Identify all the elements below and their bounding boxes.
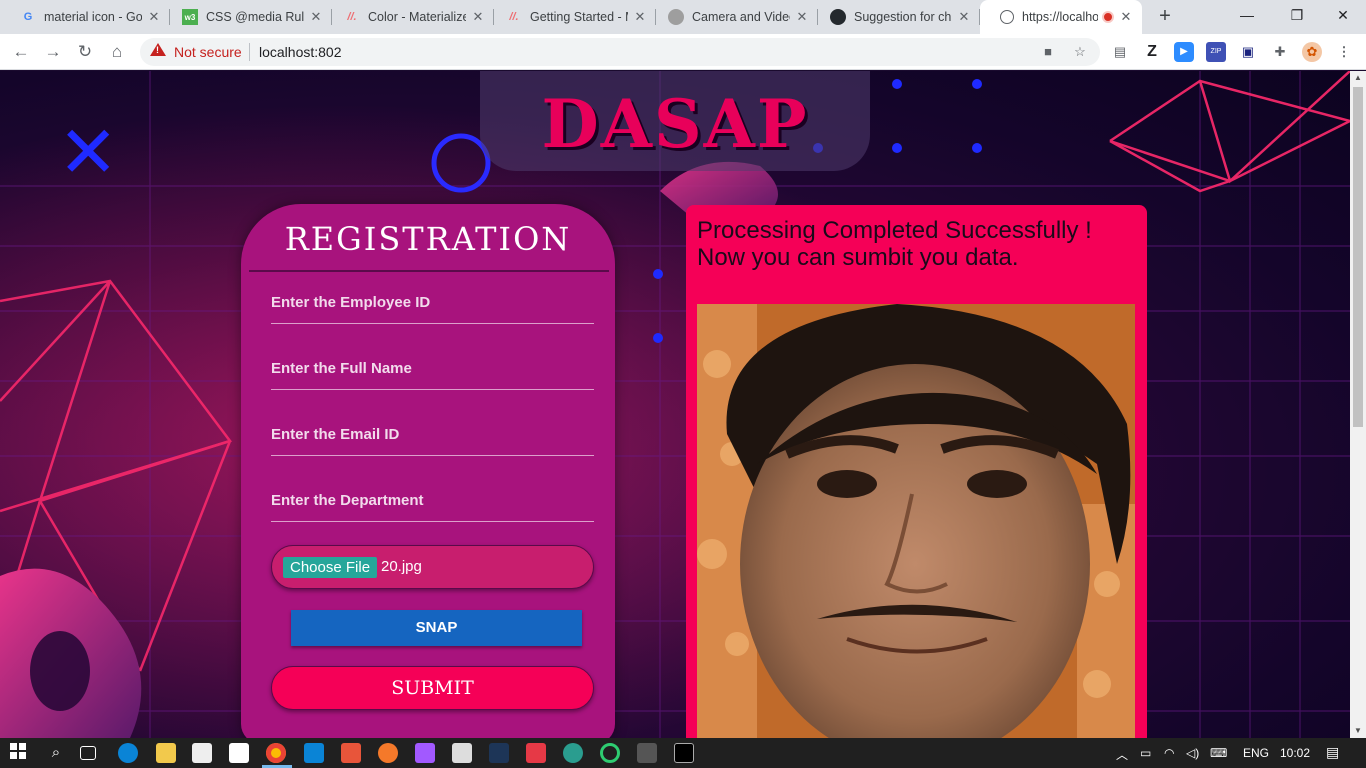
back-icon[interactable]: ← bbox=[9, 40, 33, 64]
choose-file-button[interactable]: Choose File bbox=[283, 557, 378, 578]
close-window-button[interactable]: ✕ bbox=[1320, 0, 1366, 32]
tray-chevron-icon[interactable]: ︿ bbox=[1116, 746, 1128, 763]
language-indicator[interactable]: ENG bbox=[1243, 746, 1269, 760]
status-message-line: Processing Completed Successfully ! bbox=[697, 217, 1092, 244]
close-tab-icon[interactable]: ✕ bbox=[632, 9, 648, 25]
full-name-input[interactable] bbox=[271, 348, 594, 390]
cmd-icon[interactable] bbox=[674, 743, 694, 763]
recording-icon bbox=[1102, 11, 1114, 23]
url-text[interactable]: localhost:802 bbox=[259, 44, 342, 60]
globe-icon bbox=[1000, 10, 1014, 24]
department-input[interactable] bbox=[271, 480, 594, 522]
task-view-icon[interactable] bbox=[80, 746, 96, 760]
app-icon[interactable] bbox=[563, 743, 583, 763]
keyboard-icon[interactable]: ⌨ bbox=[1210, 746, 1227, 760]
restore-button[interactable]: ❐ bbox=[1274, 0, 1320, 32]
close-tab-icon[interactable]: ✕ bbox=[1118, 9, 1134, 25]
reload-icon[interactable]: ↻ bbox=[73, 40, 97, 64]
menu-icon[interactable]: ⋮ bbox=[1334, 42, 1354, 62]
anydesk-icon[interactable] bbox=[526, 743, 546, 763]
employee-id-input[interactable] bbox=[271, 282, 594, 324]
snap-button[interactable]: SNAP bbox=[291, 610, 582, 646]
close-tab-icon[interactable]: ✕ bbox=[794, 9, 810, 25]
close-tab-icon[interactable]: ✕ bbox=[956, 9, 972, 25]
result-panel: Processing Completed Successfully ! Now … bbox=[686, 205, 1147, 738]
camera-icon[interactable]: ■ bbox=[1038, 42, 1058, 62]
new-tab-button[interactable]: + bbox=[1154, 5, 1176, 27]
materialize-icon: //. bbox=[509, 11, 519, 23]
close-tab-icon[interactable]: ✕ bbox=[470, 9, 486, 25]
email-input[interactable] bbox=[271, 414, 594, 456]
warning-icon[interactable] bbox=[150, 43, 166, 56]
notifications-icon[interactable]: ▤ bbox=[1326, 744, 1339, 761]
terminal-icon[interactable] bbox=[637, 743, 657, 763]
page-viewport: ✕ DASAP REGISTRATION Choose File 20.jpg … bbox=[0, 71, 1350, 738]
browser-tab[interactable]: G material icon - Go ✕ bbox=[0, 0, 170, 34]
wifi-icon[interactable]: ◠ bbox=[1164, 746, 1174, 760]
file-upload-field[interactable]: Choose File 20.jpg bbox=[271, 545, 594, 589]
zoom-extension-icon[interactable]: ▶ bbox=[1174, 42, 1194, 62]
screen-extension-icon[interactable]: ▣ bbox=[1238, 42, 1258, 62]
chrome-icon[interactable] bbox=[266, 743, 286, 763]
browser-tab[interactable]: Camera and Video ✕ bbox=[648, 0, 818, 34]
xampp-icon[interactable] bbox=[341, 743, 361, 763]
edge-icon[interactable] bbox=[118, 743, 138, 763]
home-icon[interactable]: ⌂ bbox=[105, 40, 129, 64]
browser-tab-bar: G material icon - Go ✕ w3 CSS @media Rul… bbox=[0, 0, 1366, 34]
github-icon bbox=[830, 9, 846, 25]
windows-taskbar: ⌕ ︿ ▭ ◠ ◁) ⌨ ENG 10:02 ▤ bbox=[0, 738, 1366, 768]
w3schools-icon: w3 bbox=[182, 9, 198, 25]
figma-icon[interactable] bbox=[415, 743, 435, 763]
materialize-icon: //. bbox=[347, 11, 357, 23]
volume-icon[interactable]: ◁) bbox=[1186, 746, 1199, 760]
submit-button[interactable]: SUBMIT bbox=[271, 666, 594, 710]
divider bbox=[249, 270, 609, 272]
browser-tab[interactable]: //. Color - Materialize ✕ bbox=[324, 0, 494, 34]
file-name: 20.jpg bbox=[381, 558, 422, 575]
google-icon: G bbox=[23, 11, 33, 23]
registration-form: REGISTRATION Choose File 20.jpg SNAP SUB… bbox=[241, 204, 615, 738]
minimize-button[interactable]: — bbox=[1224, 0, 1270, 32]
browser-tab[interactable]: w3 CSS @media Rule ✕ bbox=[162, 0, 332, 34]
site-icon bbox=[668, 9, 684, 25]
extensions-icon[interactable]: ✚ bbox=[1270, 42, 1290, 62]
captured-photo bbox=[697, 304, 1135, 738]
browser-tab[interactable]: Suggestion for ch ✕ bbox=[810, 0, 980, 34]
fcs-app-icon[interactable] bbox=[489, 743, 509, 763]
close-tab-icon[interactable]: ✕ bbox=[308, 9, 324, 25]
windows-start-icon[interactable] bbox=[10, 743, 30, 763]
clock[interactable]: 10:02 bbox=[1280, 746, 1310, 760]
blender-icon[interactable] bbox=[378, 743, 398, 763]
battery-icon[interactable]: ▭ bbox=[1140, 746, 1151, 760]
close-tab-icon[interactable]: ✕ bbox=[146, 9, 162, 25]
scroll-thumb[interactable] bbox=[1353, 87, 1363, 427]
form-title: REGISTRATION bbox=[284, 220, 572, 258]
x-decoration-icon: ✕ bbox=[58, 110, 119, 194]
logo-banner: DASAP bbox=[480, 71, 870, 171]
forward-icon[interactable]: → bbox=[41, 40, 65, 64]
file-explorer-icon[interactable] bbox=[156, 743, 176, 763]
zip-extension-icon[interactable]: ZIP bbox=[1206, 42, 1226, 62]
unity-icon[interactable] bbox=[452, 743, 472, 763]
logo: DASAP bbox=[541, 85, 809, 163]
vscode-icon[interactable] bbox=[304, 743, 324, 763]
loading-app-icon[interactable] bbox=[600, 743, 620, 763]
scroll-down-icon[interactable]: ▼ bbox=[1350, 724, 1366, 738]
browser-tab[interactable]: //. Getting Started - M ✕ bbox=[486, 0, 656, 34]
background-decoration bbox=[0, 71, 1350, 738]
security-label[interactable]: Not secure bbox=[174, 44, 242, 60]
status-message-line: Now you can sumbit you data. bbox=[697, 244, 1019, 271]
status-message: Processing Completed Successfully ! Now … bbox=[697, 217, 1137, 271]
scroll-up-icon[interactable]: ▲ bbox=[1350, 71, 1366, 85]
page-scrollbar[interactable]: ▲ ▼ bbox=[1350, 71, 1366, 738]
mail-icon[interactable] bbox=[229, 743, 249, 763]
cast-icon[interactable]: ▤ bbox=[1110, 42, 1130, 62]
bookmark-star-icon[interactable]: ☆ bbox=[1070, 42, 1090, 62]
zotero-icon[interactable]: Z bbox=[1142, 42, 1162, 62]
browser-tab-active[interactable]: https://localho ✕ bbox=[980, 0, 1142, 34]
search-icon[interactable]: ⌕ bbox=[46, 743, 66, 763]
profile-avatar[interactable]: ✿ bbox=[1302, 42, 1322, 62]
store-icon[interactable] bbox=[192, 743, 212, 763]
